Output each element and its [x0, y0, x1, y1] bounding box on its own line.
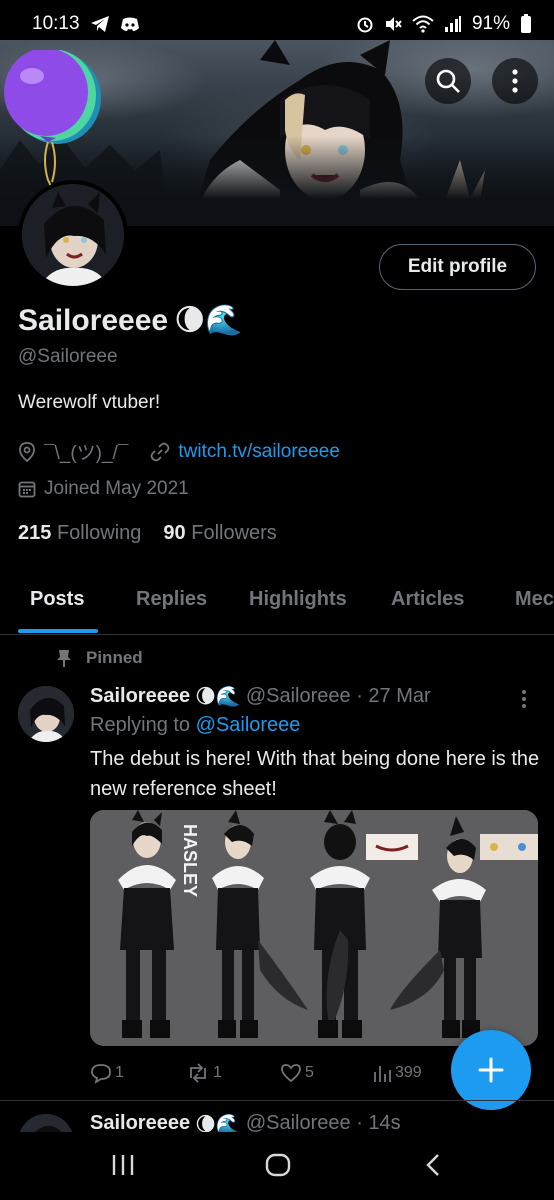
system-nav-bar [0, 1132, 554, 1200]
status-time: 10:13 [32, 13, 80, 34]
mute-icon [385, 17, 402, 31]
post-avatar[interactable] [18, 686, 74, 742]
discord-icon [120, 17, 139, 31]
location-icon [19, 441, 35, 462]
profile-avatar[interactable] [18, 180, 128, 290]
reference-sheet-image: HASLEY [90, 810, 538, 1046]
active-tab-indicator [18, 629, 98, 633]
link-icon [150, 442, 170, 461]
pin-icon [57, 650, 71, 667]
following-label: Following [56, 522, 142, 544]
views-action[interactable]: 399 [372, 1062, 422, 1084]
edit-profile-button[interactable]: Edit profile [379, 244, 536, 290]
followers-count: 90 [163, 522, 186, 544]
profile-handle: @Sailoreee [18, 346, 118, 367]
post-avatar-image [18, 686, 74, 742]
compose-icon [478, 1057, 504, 1083]
repost-icon [190, 1063, 206, 1083]
profile-display-name: Sailoreeee 🌘🌊 [18, 303, 243, 338]
pinned-label: Pinned [86, 648, 143, 667]
post-media[interactable]: HASLEY [90, 810, 538, 1046]
wifi-icon [412, 15, 434, 33]
location-text: ¯\_(ツ)_/¯ [44, 443, 129, 464]
media-label-text: HASLEY [180, 824, 200, 897]
profile-meta-row: ¯\_(ツ)_/¯ twitch.tv/sailoreeee [18, 438, 340, 465]
repost-action[interactable]: 1 [186, 1062, 222, 1084]
calendar-icon [18, 481, 36, 498]
search-icon [436, 69, 460, 93]
post-author-name[interactable]: Sailoreeee [90, 685, 190, 708]
post-divider [0, 1100, 554, 1101]
back-icon[interactable] [424, 1152, 442, 1178]
display-name-text: Sailoreeee [18, 303, 169, 337]
display-name-emojis: 🌘🌊 [174, 303, 243, 338]
post-text: The debut is here! With that being done … [90, 748, 540, 800]
profile-bio: Werewolf vtuber! [18, 392, 161, 413]
post-author-emojis: 🌘🌊 [195, 684, 241, 708]
avatar-image [22, 184, 124, 286]
like-icon [281, 1064, 301, 1083]
tab-replies[interactable]: Replies [136, 588, 207, 611]
repost-count: 1 [213, 1064, 222, 1081]
like-count: 5 [305, 1064, 314, 1081]
views-count: 399 [395, 1064, 422, 1081]
followers-label: Followers [191, 522, 277, 544]
joined-text: Joined May 2021 [44, 478, 189, 499]
alarm-icon [357, 17, 373, 33]
profile-tabs: Posts Replies Highlights Articles Mec [0, 582, 554, 635]
tab-highlights[interactable]: Highlights [249, 588, 347, 611]
follow-stats: 215 Following 90 Followers [18, 522, 277, 545]
detail-mouth [366, 834, 418, 860]
search-button[interactable] [425, 58, 471, 104]
detail-eyes [480, 834, 538, 860]
post-header: Sailoreeee 🌘🌊 @Sailoreee · 27 Mar [90, 684, 431, 708]
views-icon [374, 1066, 391, 1082]
like-action[interactable]: 5 [280, 1062, 314, 1084]
reply-icon [91, 1064, 111, 1084]
balloon-icon [4, 50, 101, 200]
battery-icon [521, 14, 531, 33]
tab-articles[interactable]: Articles [391, 588, 464, 611]
tab-posts[interactable]: Posts [30, 588, 84, 611]
replying-prefix: Replying to [90, 714, 191, 736]
more-button[interactable] [492, 58, 538, 104]
profile-website[interactable]: twitch.tv/sailoreeee [150, 441, 340, 463]
status-bar: 10:13 91% [0, 0, 554, 48]
battery-percent: 91% [471, 13, 510, 34]
signal-icon [444, 16, 461, 32]
profile-location: ¯\_(ツ)_/¯ [18, 438, 128, 465]
post-handle-date: @Sailoreee · 27 Mar [245, 684, 431, 707]
more-icon [512, 69, 518, 93]
reply-count: 1 [115, 1064, 124, 1081]
post-more-icon[interactable] [522, 690, 526, 708]
following-count: 215 [18, 522, 52, 544]
home-icon[interactable] [264, 1152, 292, 1178]
replying-handle[interactable]: @Sailoreee [196, 714, 301, 736]
replying-to: Replying to @Sailoreee [90, 714, 300, 737]
compose-button[interactable] [451, 1030, 531, 1110]
website-link[interactable]: twitch.tv/sailoreeee [178, 441, 340, 463]
pinned-indicator: Pinned [56, 648, 143, 668]
followers-link[interactable]: 90 Followers [163, 522, 276, 545]
reply-action[interactable]: 1 [90, 1062, 124, 1084]
profile-joined: Joined May 2021 [18, 478, 189, 500]
recents-icon[interactable] [110, 1152, 136, 1178]
following-link[interactable]: 215 Following [18, 522, 141, 545]
telegram-icon [90, 16, 109, 32]
tab-media[interactable]: Mec [515, 588, 554, 611]
